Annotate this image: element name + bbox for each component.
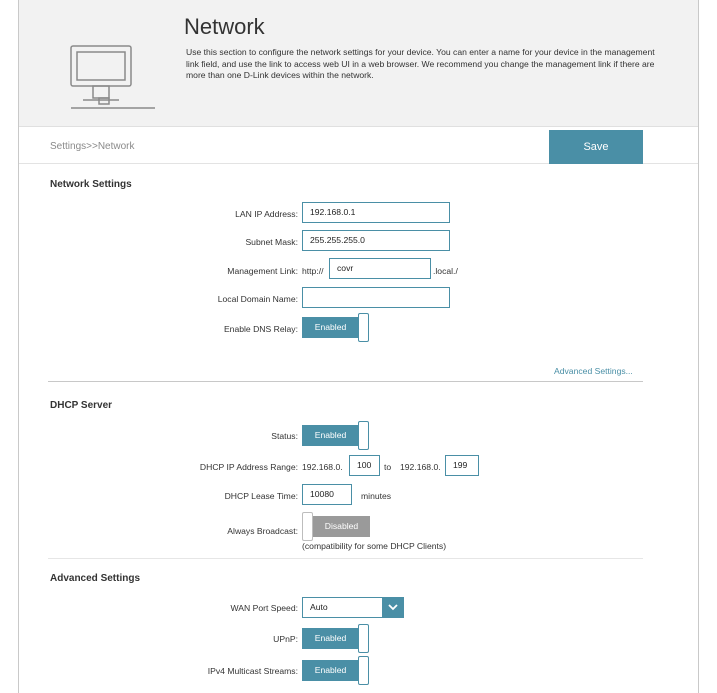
section-title-advanced-settings: Advanced Settings (50, 573, 141, 584)
dhcp-status-toggle[interactable]: Enabled (302, 421, 371, 450)
toggle-knob (302, 512, 313, 541)
toggle-knob (358, 624, 369, 653)
dhcp-range-label: DHCP IP Address Range (200, 462, 298, 472)
dns-relay-toggle[interactable]: Enabled (302, 313, 371, 342)
upnp-label: UPnP (273, 634, 298, 644)
subnet-mask-label: Subnet Mask (245, 237, 298, 247)
dhcp-range-start-input[interactable]: 100 (349, 455, 380, 476)
always-broadcast-label: Always Broadcast (227, 526, 298, 536)
lan-ip-label: LAN IP Address (235, 209, 298, 219)
page-title: Network (184, 14, 265, 39)
network-computer-icon (70, 45, 155, 109)
dns-relay-state: Enabled (302, 317, 359, 338)
management-link-suffix: .local./ (433, 266, 458, 276)
dhcp-range-prefix-end: 192.168.0. (400, 462, 441, 472)
toggle-knob (358, 421, 369, 450)
page-frame: Network Use this section to configure th… (18, 0, 699, 693)
local-domain-input[interactable] (302, 287, 450, 308)
ipv4-multicast-label: IPv4 Multicast Streams (208, 666, 298, 676)
section-divider (48, 381, 643, 382)
upnp-state: Enabled (302, 628, 359, 649)
dhcp-range-to: to (384, 462, 392, 472)
wan-port-speed-label: WAN Port Speed (230, 603, 298, 613)
page-description: Use this section to configure the networ… (186, 47, 655, 80)
always-broadcast-state: Disabled (313, 516, 370, 537)
breadcrumb-bar: Settings>>Network Save (19, 128, 698, 164)
lan-ip-input[interactable]: 192.168.0.1 (302, 202, 450, 223)
management-link-input[interactable]: covr (329, 258, 431, 279)
toggle-knob (358, 656, 369, 685)
management-link-prefix: http:// (302, 266, 324, 276)
ipv4-multicast-toggle[interactable]: Enabled (302, 656, 371, 685)
section-title-network-settings: Network Settings (50, 179, 132, 190)
ipv4-multicast-state: Enabled (302, 660, 359, 681)
always-broadcast-toggle[interactable]: Disabled (302, 512, 371, 541)
dns-relay-label: Enable DNS Relay (224, 324, 298, 334)
wan-port-speed-dropdown-button[interactable] (382, 597, 404, 618)
section-divider (48, 558, 643, 559)
dhcp-range-end-input[interactable]: 199 (445, 455, 479, 476)
dhcp-lease-unit: minutes (361, 491, 392, 501)
section-title-dhcp-server: DHCP Server (50, 400, 113, 411)
breadcrumb: Settings>>Network (50, 141, 135, 152)
dhcp-lease-label: DHCP Lease Time (225, 491, 298, 501)
dhcp-status-label: Status (271, 431, 298, 441)
toggle-knob (358, 313, 369, 342)
advanced-settings-link[interactable]: Advanced Settings... (554, 366, 633, 376)
subnet-mask-input[interactable]: 255.255.255.0 (302, 230, 450, 251)
dhcp-status-state: Enabled (302, 425, 359, 446)
save-button[interactable]: Save (549, 130, 643, 164)
dhcp-range-prefix-start: 192.168.0. (302, 462, 343, 472)
dhcp-lease-input[interactable]: 10080 (302, 484, 352, 505)
local-domain-label: Local Domain Name (218, 294, 298, 304)
chevron-down-icon (388, 604, 398, 611)
page-header: Network Use this section to configure th… (19, 0, 698, 127)
management-link-label: Management Link (227, 266, 298, 276)
always-broadcast-note: (compatibility for some DHCP Clients) (302, 541, 447, 551)
upnp-toggle[interactable]: Enabled (302, 624, 371, 653)
